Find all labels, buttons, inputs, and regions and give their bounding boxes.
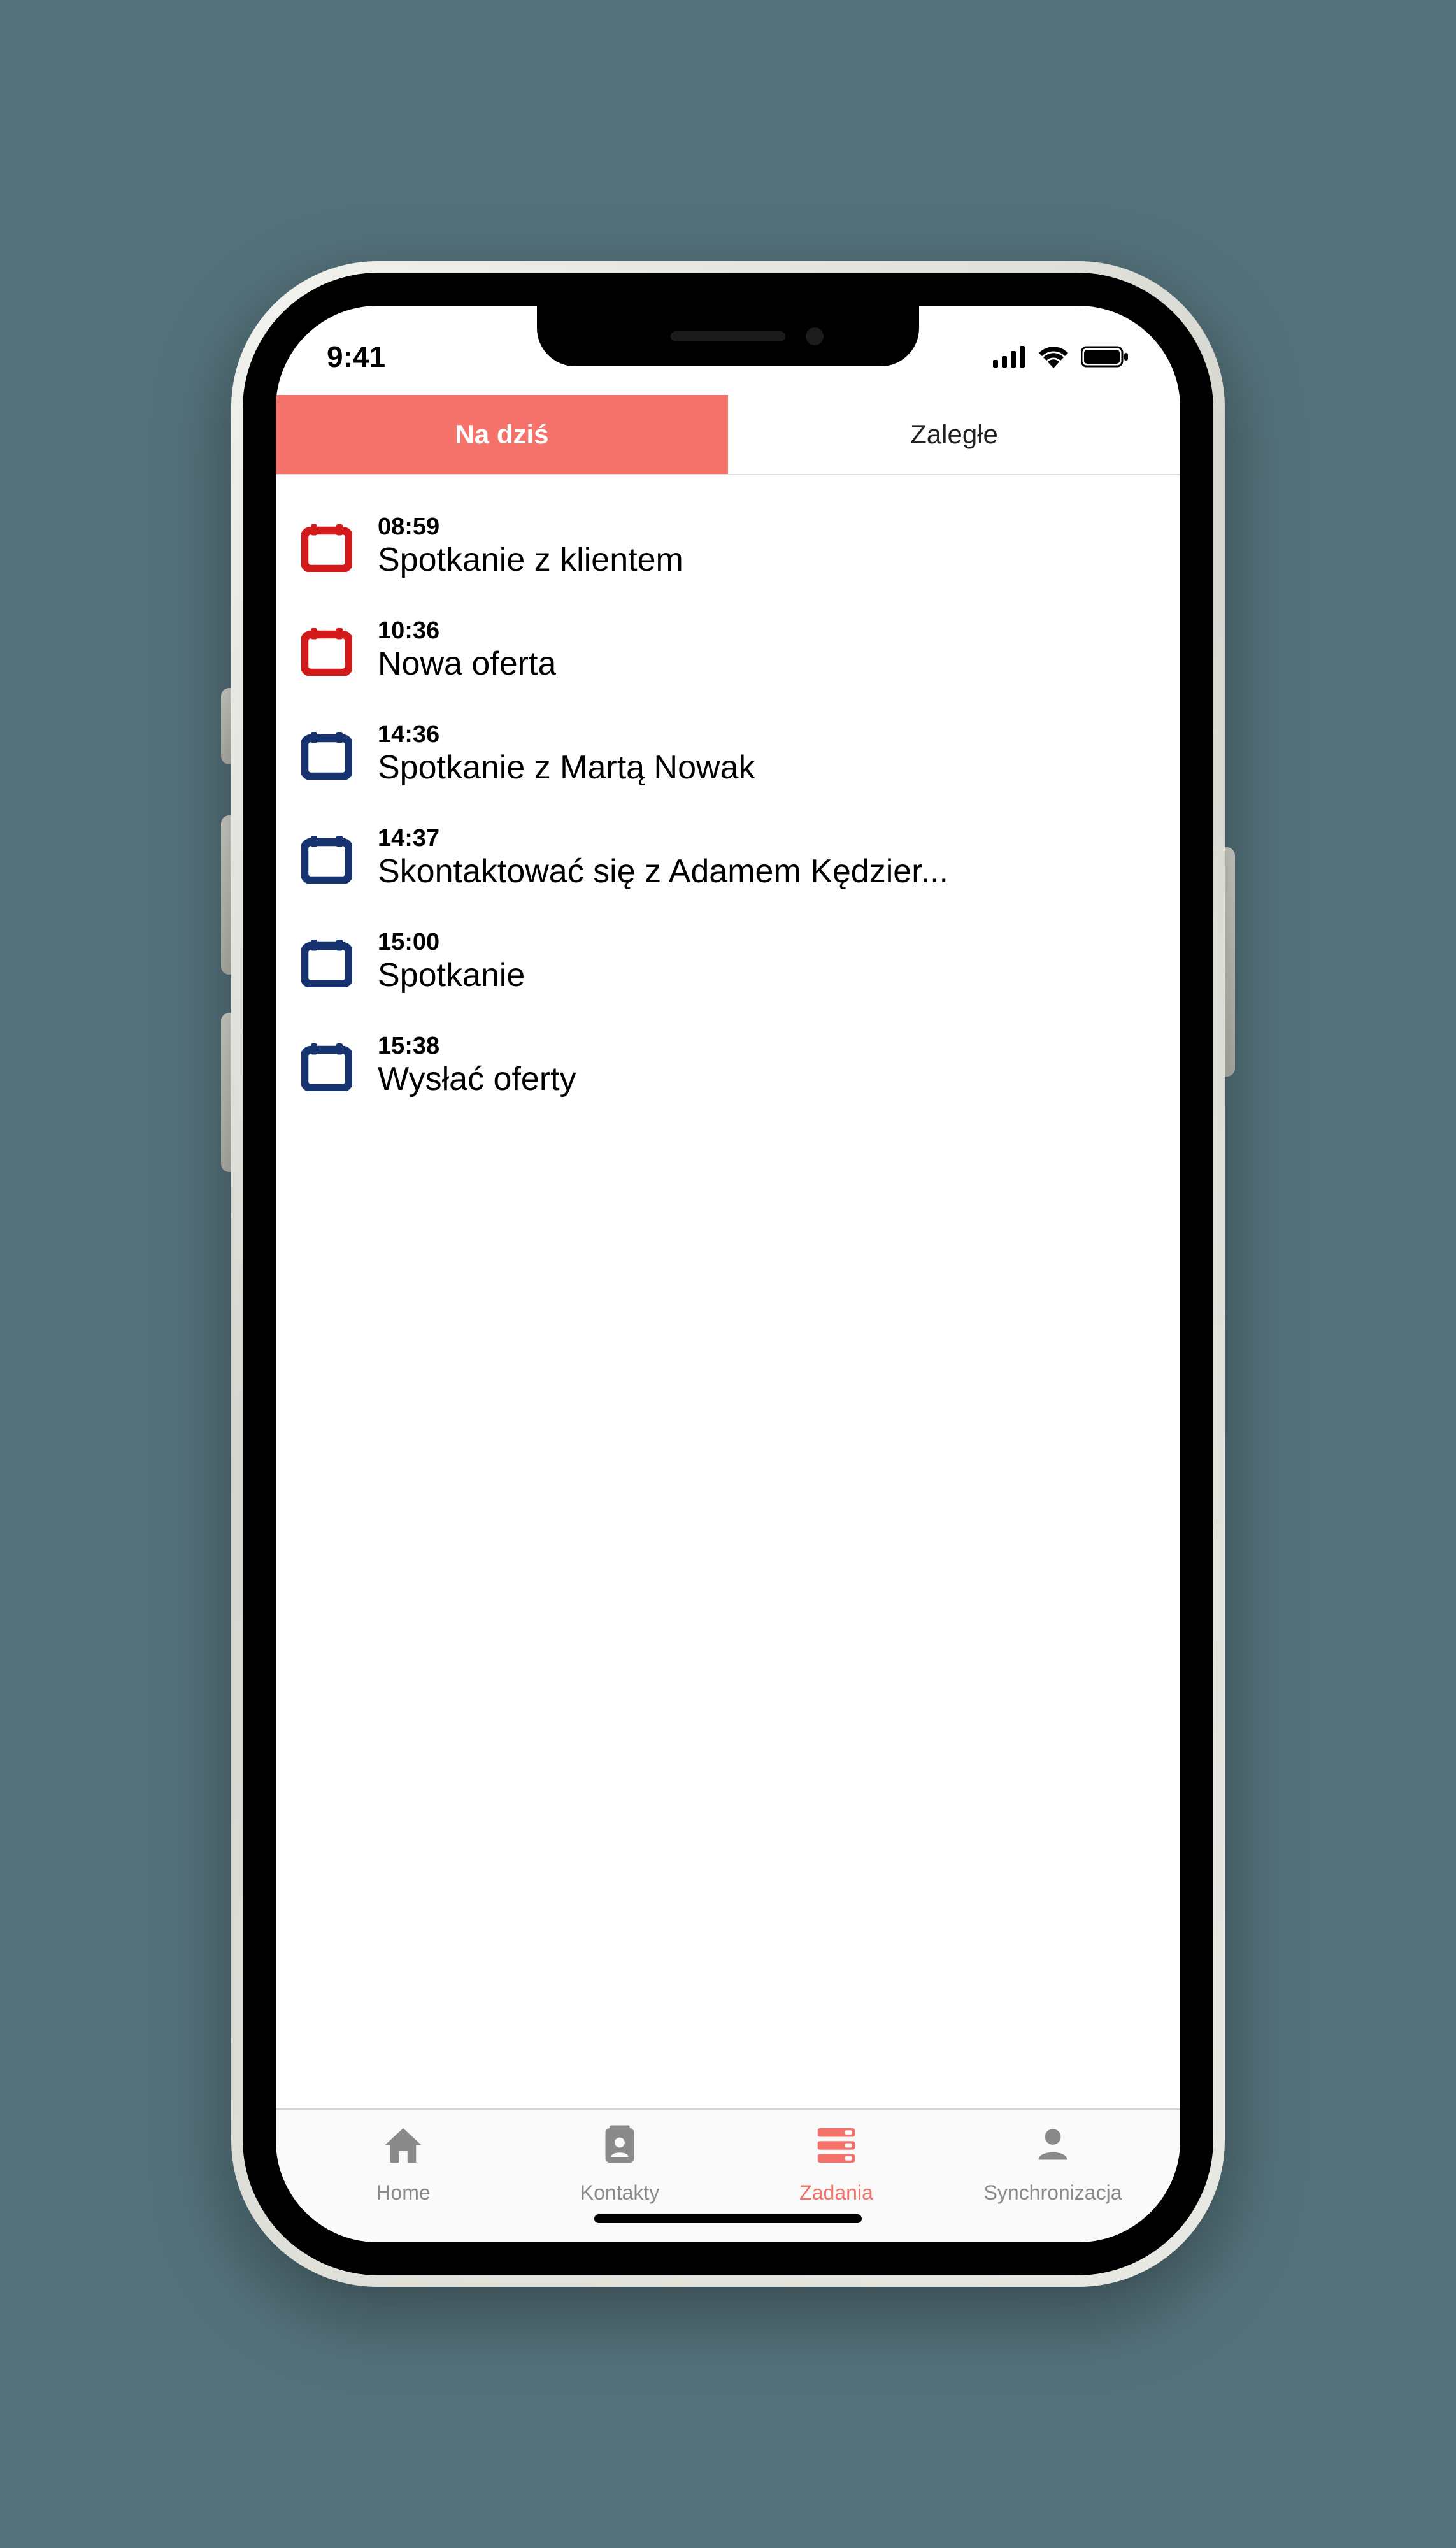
task-time: 08:59: [378, 513, 683, 541]
tab-label: Kontakty: [580, 2181, 660, 2205]
tab-label: Home: [376, 2181, 430, 2205]
calendar-icon: [301, 729, 352, 780]
tab-tasks[interactable]: Zadania: [728, 2122, 945, 2205]
task-row[interactable]: 08:59 Spotkanie z klientem: [276, 494, 1180, 598]
tab-sync[interactable]: Synchronizacja: [945, 2122, 1161, 2205]
task-text: 15:38 Wysłać oferty: [378, 1033, 576, 1098]
task-time: 10:36: [378, 617, 556, 645]
task-title: Nowa oferta: [378, 645, 556, 683]
calendar-icon: [301, 521, 352, 572]
tasks-icon: [813, 2122, 859, 2173]
task-text: 14:36 Spotkanie z Martą Nowak: [378, 721, 755, 787]
task-row[interactable]: 14:36 Spotkanie z Martą Nowak: [276, 702, 1180, 806]
task-time: 15:38: [378, 1033, 576, 1060]
task-time: 14:37: [378, 825, 948, 852]
tab-home[interactable]: Home: [295, 2122, 511, 2205]
sync-icon: [1030, 2122, 1076, 2173]
calendar-icon: [301, 936, 352, 987]
task-title: Spotkanie: [378, 956, 525, 994]
screen: 9:41: [276, 306, 1180, 2242]
contacts-icon: [597, 2122, 643, 2173]
calendar-icon: [301, 625, 352, 676]
segment-overdue-label: Zaległe: [910, 419, 998, 450]
segment-overdue[interactable]: Zaległe: [728, 395, 1180, 474]
signal-icon: [993, 346, 1026, 368]
segmented-control: Na dziś Zaległe: [276, 395, 1180, 475]
status-right: [993, 345, 1129, 368]
task-row[interactable]: 15:38 Wysłać oferty: [276, 1013, 1180, 1117]
task-row[interactable]: 14:37 Skontaktować się z Adamem Kędzier.…: [276, 806, 1180, 910]
notch: [537, 306, 919, 366]
task-title: Wysłać oferty: [378, 1060, 576, 1098]
segment-today[interactable]: Na dziś: [276, 395, 728, 474]
task-text: 10:36 Nowa oferta: [378, 617, 556, 683]
home-indicator: [594, 2214, 862, 2223]
task-list: 08:59 Spotkanie z klientem 10:36 Nowa of…: [276, 475, 1180, 2108]
segment-today-label: Na dziś: [455, 419, 548, 450]
task-time: 15:00: [378, 929, 525, 956]
tab-label: Synchronizacja: [984, 2181, 1122, 2205]
task-title: Skontaktować się z Adamem Kędzier...: [378, 852, 948, 891]
wifi-icon: [1038, 345, 1069, 368]
tab-contacts[interactable]: Kontakty: [511, 2122, 728, 2205]
tab-label: Zadania: [799, 2181, 873, 2205]
battery-icon: [1081, 345, 1129, 368]
task-row[interactable]: 15:00 Spotkanie: [276, 910, 1180, 1013]
calendar-icon: [301, 833, 352, 884]
home-icon: [380, 2122, 426, 2173]
task-title: Spotkanie z Martą Nowak: [378, 748, 755, 787]
front-camera: [806, 327, 824, 345]
task-time: 14:36: [378, 721, 755, 748]
task-title: Spotkanie z klientem: [378, 541, 683, 579]
phone-frame: 9:41: [231, 261, 1225, 2287]
task-text: 14:37 Skontaktować się z Adamem Kędzier.…: [378, 825, 948, 891]
speaker-grille: [671, 331, 785, 341]
task-text: 15:00 Spotkanie: [378, 929, 525, 994]
calendar-icon: [301, 1040, 352, 1091]
status-time: 9:41: [327, 340, 385, 374]
task-row[interactable]: 10:36 Nowa oferta: [276, 598, 1180, 702]
task-text: 08:59 Spotkanie z klientem: [378, 513, 683, 579]
